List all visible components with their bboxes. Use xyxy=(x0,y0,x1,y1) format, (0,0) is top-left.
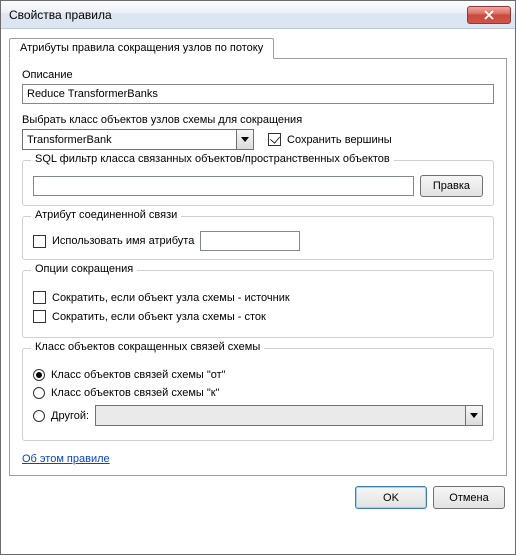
tab-panel: Описание Выбрать класс объектов узлов сх… xyxy=(9,58,507,476)
about-rule-link[interactable]: Об этом правиле xyxy=(22,453,110,465)
cancel-button[interactable]: Отмена xyxy=(433,486,505,509)
attribute-group-legend: Атрибут соединенной связи xyxy=(31,209,181,221)
reduce-options-legend: Опции сокращения xyxy=(31,263,137,275)
reduce-if-sink-checkbox[interactable] xyxy=(33,310,46,323)
reduce-if-source-label: Сократить, если объект узла схемы - исто… xyxy=(52,292,290,304)
radio-class-to[interactable] xyxy=(33,387,45,399)
attr-name-input[interactable] xyxy=(200,231,300,251)
radio-class-to-label: Класс объектов связей схемы "к" xyxy=(51,387,219,399)
tab-attributes[interactable]: Атрибуты правила сокращения узлов по пот… xyxy=(9,38,274,59)
chevron-down-icon xyxy=(465,406,482,425)
sql-filter-input[interactable] xyxy=(33,176,414,196)
radio-class-other[interactable] xyxy=(33,410,45,422)
other-class-combobox[interactable] xyxy=(95,405,483,426)
attribute-group: Атрибут соединенной связи Использовать и… xyxy=(22,216,494,260)
reduce-if-sink-label: Сократить, если объект узла схемы - сток xyxy=(52,311,266,323)
sql-filter-legend: SQL фильтр класса связанных объектов/про… xyxy=(31,153,394,165)
use-attr-name-checkbox[interactable] xyxy=(33,235,46,248)
select-class-label: Выбрать класс объектов узлов схемы для с… xyxy=(22,114,494,126)
reduce-if-source-checkbox[interactable] xyxy=(33,291,46,304)
dialog-footer: OK Отмена xyxy=(1,480,515,517)
description-label: Описание xyxy=(22,69,494,81)
window-title: Свойства правила xyxy=(9,8,467,22)
close-button[interactable] xyxy=(467,6,511,24)
class-combobox[interactable]: TransformerBank xyxy=(22,129,254,150)
reduced-class-legend: Класс объектов сокращенных связей схемы xyxy=(31,341,264,353)
ok-button[interactable]: OK xyxy=(355,486,427,509)
use-attr-name-label: Использовать имя атрибута xyxy=(52,235,194,247)
keep-vertices-label: Сохранить вершины xyxy=(287,134,392,146)
client-area: Атрибуты правила сокращения узлов по пот… xyxy=(1,29,515,480)
reduced-class-group: Класс объектов сокращенных связей схемы … xyxy=(22,348,494,441)
radio-class-other-label: Другой: xyxy=(51,410,89,422)
chevron-down-icon xyxy=(236,130,253,149)
sql-edit-button[interactable]: Правка xyxy=(420,175,483,197)
radio-class-from[interactable] xyxy=(33,369,45,381)
sql-filter-group: SQL фильтр класса связанных объектов/про… xyxy=(22,160,494,206)
title-bar: Свойства правила xyxy=(1,1,515,29)
radio-class-from-label: Класс объектов связей схемы "от" xyxy=(51,369,226,381)
class-combobox-value: TransformerBank xyxy=(23,134,236,146)
reduce-options-group: Опции сокращения Сократить, если объект … xyxy=(22,270,494,338)
keep-vertices-checkbox[interactable] xyxy=(268,133,281,146)
close-icon xyxy=(484,10,494,20)
description-input[interactable] xyxy=(22,84,494,104)
tab-strip: Атрибуты правила сокращения узлов по пот… xyxy=(9,37,507,58)
